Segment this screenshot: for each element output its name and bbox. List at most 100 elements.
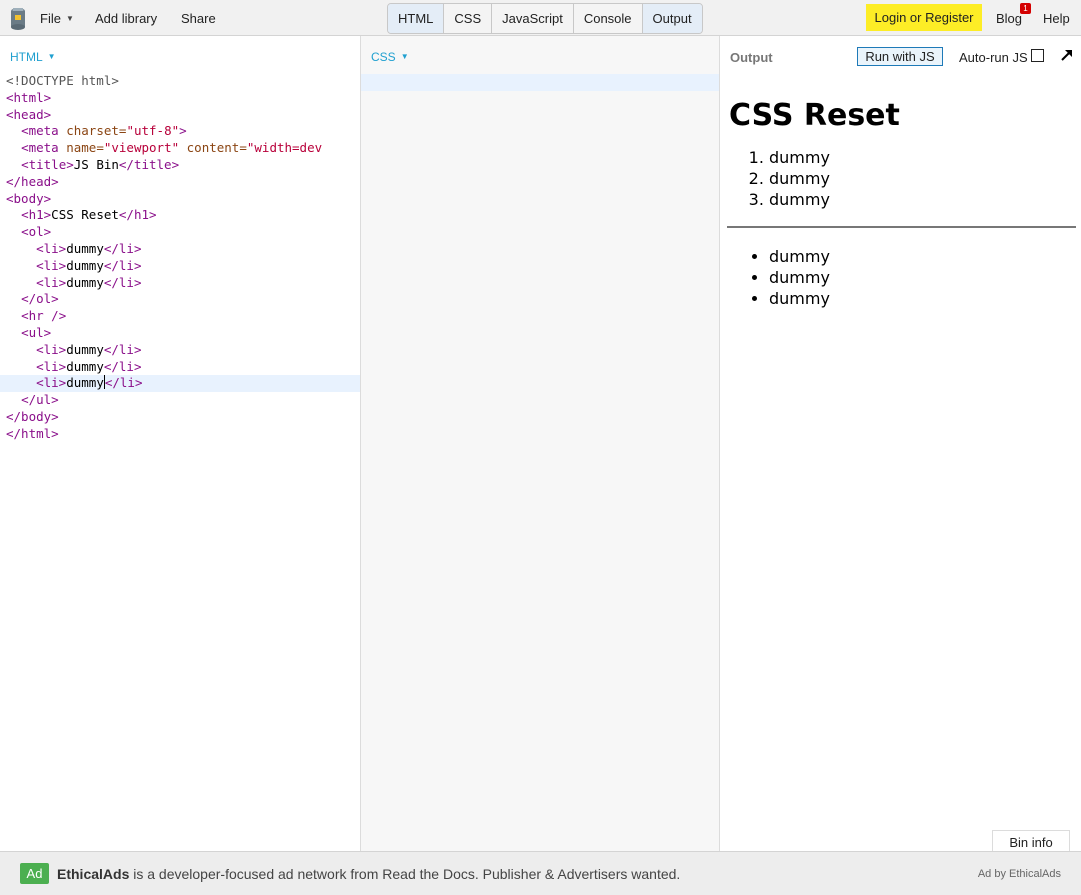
code-line[interactable]: <li>dummy</li> [0, 358, 360, 376]
ad-attribution-link[interactable]: Ad by EthicalAds [978, 868, 1061, 880]
code-line[interactable]: <ul> [0, 324, 360, 342]
blog-link[interactable]: Blog [996, 11, 1022, 26]
preview-heading: CSS Reset [729, 98, 900, 133]
tab-html[interactable]: HTML [388, 4, 445, 33]
autorun-js-checkbox[interactable] [1031, 49, 1044, 62]
code-line[interactable]: <!DOCTYPE html> [0, 73, 360, 90]
code-line[interactable]: <body> [0, 190, 360, 208]
code-line[interactable]: <li>dummy</li> [0, 274, 360, 292]
code-line[interactable]: <ol> [0, 224, 360, 241]
code-token: <li> [36, 375, 67, 391]
code-token: dummy [66, 240, 104, 256]
code-token: </li> [103, 257, 142, 273]
login-register-button[interactable]: Login or Register [866, 4, 982, 31]
css-panel-label-text: CSS [371, 50, 396, 64]
code-token: </head> [6, 173, 59, 189]
autorun-js-label: Auto-run JS [959, 50, 1028, 65]
code-token: CSS Reset [51, 207, 119, 223]
code-line[interactable]: </ul> [0, 392, 360, 409]
ad-message: is a developer-focused ad network from R… [129, 866, 681, 882]
code-token: <ol> [21, 224, 52, 240]
code-line[interactable]: <head> [0, 106, 360, 124]
code-line[interactable]: <li>dummy</li> [0, 240, 360, 258]
add-library-menu[interactable]: Add library [95, 11, 157, 26]
output-panel-title: Output [730, 50, 773, 65]
tab-output[interactable]: Output [642, 4, 702, 33]
code-token: "width=dev [246, 140, 323, 156]
ad-badge: Ad [20, 863, 49, 884]
code-token: </li> [103, 274, 142, 290]
open-in-new-window-icon[interactable] [1060, 48, 1074, 62]
code-token: > [179, 123, 187, 139]
html-panel-label-text: HTML [10, 50, 43, 64]
html-panel-label[interactable]: HTML ▼ [10, 50, 56, 64]
tab-css[interactable]: CSS [444, 4, 493, 33]
code-line[interactable]: <li>dummy</li> [0, 375, 360, 393]
code-line[interactable]: <h1>CSS Reset</h1> [0, 207, 360, 224]
panel-toggle-group: HTML CSS JavaScript Console Output [387, 3, 703, 34]
code-line[interactable]: <html> [0, 90, 360, 107]
code-token: <li> [36, 358, 67, 374]
code-token: </html> [6, 425, 59, 441]
css-panel-label[interactable]: CSS ▼ [371, 50, 409, 64]
ad-link[interactable]: EthicalAds is a developer-focused ad net… [57, 866, 680, 882]
code-line[interactable]: </html> [0, 425, 360, 443]
code-token: "viewport" [103, 140, 180, 156]
code-token: name= [66, 140, 104, 156]
run-with-js-button[interactable]: Run with JS [857, 47, 943, 66]
code-line[interactable]: <meta charset="utf-8"> [0, 123, 360, 140]
code-token: <hr /> [21, 308, 67, 324]
code-line[interactable]: </head> [0, 173, 360, 191]
file-menu[interactable]: File ▼ [40, 11, 74, 26]
html-code-editor[interactable]: <!DOCTYPE html> <html> <head> <meta charse… [0, 73, 360, 443]
jsbin-logo-icon[interactable] [9, 5, 27, 31]
code-token: </ol> [21, 291, 59, 307]
code-token: charset= [66, 123, 127, 139]
css-editor-panel[interactable]: CSS ▼ [361, 36, 720, 851]
chevron-down-icon: ▼ [400, 52, 409, 61]
ad-brand: EthicalAds [57, 866, 130, 882]
code-token: <li> [36, 274, 67, 290]
code-token: dummy [66, 257, 104, 273]
code-token: <!DOCTYPE html> [6, 73, 119, 88]
tab-console[interactable]: Console [574, 4, 643, 33]
code-token: </li> [103, 358, 142, 374]
chevron-down-icon: ▼ [47, 52, 56, 61]
code-line[interactable]: <li>dummy</li> [0, 257, 360, 275]
output-panel: Output Run with JS Auto-run JS CSS Reset… [720, 36, 1081, 857]
code-line[interactable]: <title>JS Bin</title> [0, 156, 360, 174]
code-token: <head> [6, 106, 52, 122]
code-token: <body> [6, 190, 52, 206]
list-item: dummy [769, 246, 1074, 267]
code-token: <h1> [21, 207, 52, 223]
code-line[interactable]: <meta name="viewport" content="width=dev [0, 140, 360, 157]
code-token: <ul> [21, 324, 52, 340]
code-line[interactable]: </ol> [0, 291, 360, 308]
code-token: JS Bin [73, 156, 119, 172]
code-line[interactable]: <li>dummy</li> [0, 341, 360, 359]
code-line[interactable]: </body> [0, 408, 360, 426]
code-token: "utf-8" [126, 123, 180, 139]
html-editor-panel: HTML ▼ <!DOCTYPE html> <html> <head> <meta … [0, 36, 361, 851]
preview-unordered-list: dummy dummy dummy [729, 246, 1074, 309]
share-menu[interactable]: Share [181, 11, 216, 26]
code-token: dummy [66, 274, 104, 290]
help-link[interactable]: Help [1043, 11, 1070, 26]
code-token: dummy [66, 341, 104, 357]
code-token: dummy [66, 375, 104, 391]
code-token: </title> [118, 156, 180, 172]
code-line[interactable]: <hr /> [0, 308, 360, 325]
code-token: </body> [6, 408, 59, 424]
code-token: <li> [36, 341, 67, 357]
tab-javascript[interactable]: JavaScript [492, 4, 574, 33]
